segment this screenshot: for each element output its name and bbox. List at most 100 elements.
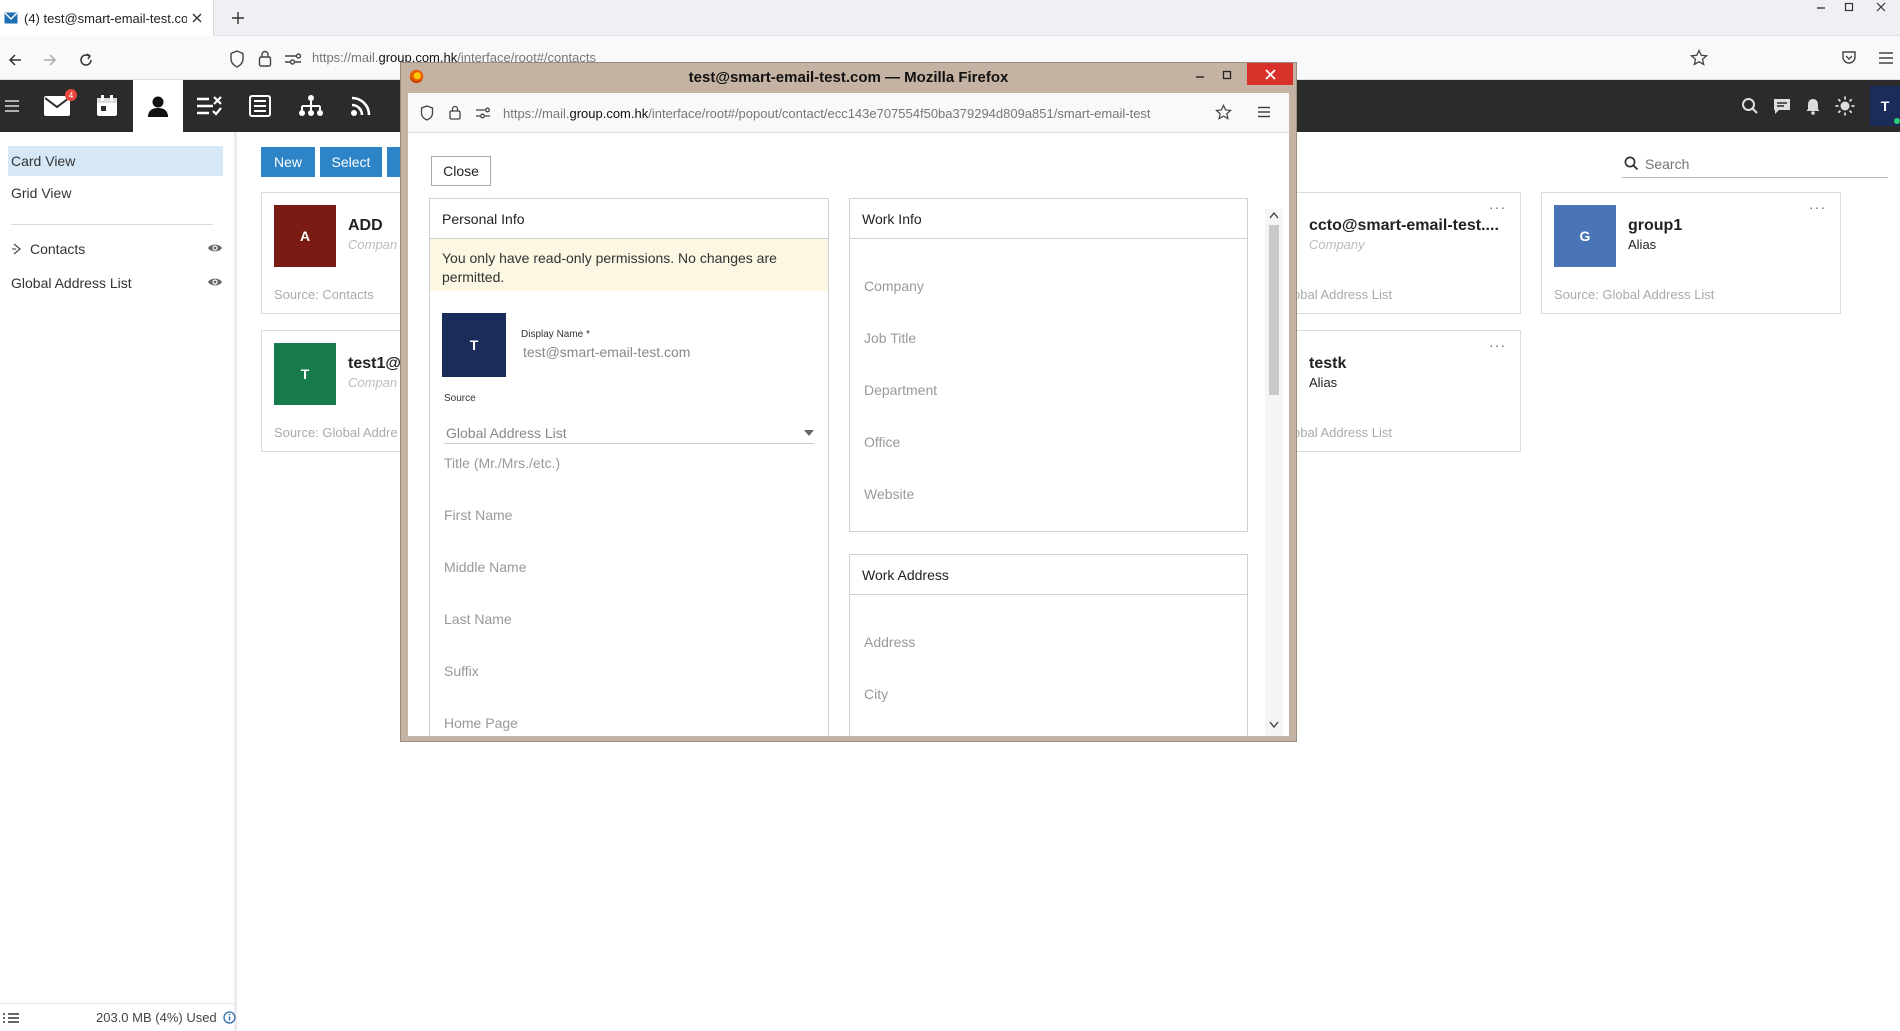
hamburger-menu-icon[interactable] <box>0 80 24 132</box>
close-window-icon[interactable] <box>1866 0 1896 14</box>
contact-card[interactable]: G group1 Alias Source: Global Address Li… <box>1541 192 1841 314</box>
sidebar-item-label: Card View <box>11 153 76 169</box>
contact-search[interactable] <box>1622 150 1888 178</box>
browser-menu-icon[interactable] <box>1878 51 1894 65</box>
contact-card[interactable]: A ADD Compan Source: Contacts <box>261 192 421 314</box>
browser-tab-bar <box>0 0 1900 36</box>
middle-name-field[interactable]: Middle Name <box>444 559 526 575</box>
contact-card[interactable]: testk Alias obal Address List ··· <box>1278 330 1521 452</box>
new-tab-icon[interactable] <box>226 6 250 30</box>
rss-app-icon[interactable] <box>336 80 386 132</box>
office-field[interactable]: Office <box>864 434 900 450</box>
visibility-eye-icon[interactable] <box>207 276 223 288</box>
select-button[interactable]: Select <box>320 147 382 177</box>
card-more-icon[interactable]: ··· <box>1489 199 1506 215</box>
maximize-window-icon[interactable] <box>1834 0 1864 14</box>
suffix-field[interactable]: Suffix <box>444 663 479 679</box>
scrollbar-thumb[interactable] <box>1269 225 1279 395</box>
bookmark-star-icon[interactable] <box>1690 49 1708 67</box>
website-field[interactable]: Website <box>864 486 914 502</box>
expand-arrow-icon[interactable] <box>12 243 22 255</box>
sidebar-folder-contacts[interactable]: Contacts <box>8 235 223 263</box>
first-name-field[interactable]: First Name <box>444 507 512 523</box>
tasks-app-icon[interactable] <box>184 80 234 132</box>
permissions-icon[interactable] <box>475 107 491 119</box>
sidebar-folder-global-address-list[interactable]: Global Address List <box>8 269 223 297</box>
sidebar-item-card-view[interactable]: Card View <box>8 146 223 176</box>
display-name-field[interactable]: test@smart-email-test.com <box>523 344 690 360</box>
lock-icon[interactable] <box>449 105 461 120</box>
contact-card[interactable]: ccto@smart-email-test.... Company obal A… <box>1278 192 1521 314</box>
sidebar-divider <box>11 224 213 225</box>
popup-minimize-icon[interactable] <box>1188 67 1212 83</box>
new-contact-button[interactable]: New <box>261 147 315 177</box>
card-more-icon[interactable]: ··· <box>1809 199 1826 215</box>
tracking-shield-icon[interactable] <box>420 105 434 121</box>
sidebar <box>0 132 237 1031</box>
list-icon[interactable] <box>2 1012 20 1024</box>
browser-menu-icon[interactable] <box>1257 106 1271 118</box>
job-title-field[interactable]: Job Title <box>864 330 916 346</box>
back-icon[interactable] <box>3 48 27 72</box>
contact-name: ADD <box>348 217 383 234</box>
permissions-icon[interactable] <box>284 52 302 66</box>
search-icon[interactable] <box>1741 97 1759 115</box>
popup-browser: https://mail.group.com.hk/interface/root… <box>408 93 1289 736</box>
info-icon[interactable] <box>223 1011 236 1024</box>
bookmark-star-icon[interactable] <box>1215 104 1232 121</box>
browser-tab[interactable]: (4) test@smart-email-test.com <box>0 0 214 36</box>
last-name-field[interactable]: Last Name <box>444 611 512 627</box>
storage-usage-bar: 203.0 MB (4%) Used <box>0 1003 237 1031</box>
contact-source: Source: Contacts <box>274 287 374 302</box>
theme-sun-icon[interactable] <box>1835 96 1855 116</box>
contact-card[interactable]: T test1@ Compan Source: Global Addre <box>261 330 421 452</box>
mail-app-icon[interactable] <box>32 80 82 132</box>
sidebar-item-grid-view[interactable]: Grid View <box>8 178 223 208</box>
scroll-up-icon[interactable] <box>1269 211 1279 219</box>
popup-url-text[interactable]: https://mail.group.com.hk/interface/root… <box>503 106 1151 121</box>
popup-maximize-icon[interactable] <box>1215 67 1239 83</box>
contact-company: Compan <box>348 237 398 252</box>
notification-bell-icon[interactable] <box>1805 97 1821 115</box>
tab-title: (4) test@smart-email-test.com <box>24 10 187 26</box>
close-button[interactable]: Close <box>431 156 491 186</box>
scroll-down-icon[interactable] <box>1269 721 1279 729</box>
lock-icon[interactable] <box>258 50 272 67</box>
search-icon <box>1624 156 1639 171</box>
contact-avatar: G <box>1554 205 1616 267</box>
minimize-window-icon[interactable] <box>1806 0 1836 14</box>
home-page-field[interactable]: Home Page <box>444 715 518 731</box>
contact-popup-window: test@smart-email-test.com — Mozilla Fire… <box>400 62 1297 742</box>
reload-icon[interactable] <box>74 48 98 72</box>
contact-company: Compan <box>348 375 398 390</box>
read-only-notice: You only have read-only permissions. No … <box>430 239 828 291</box>
mail-favicon-icon <box>4 12 18 24</box>
pocket-icon[interactable] <box>1841 50 1857 66</box>
contact-avatar: T <box>274 343 336 405</box>
source-select[interactable]: Global Address List <box>444 422 814 444</box>
city-field[interactable]: City <box>864 686 888 702</box>
forward-icon[interactable] <box>38 48 62 72</box>
notes-app-icon[interactable] <box>235 80 285 132</box>
contacts-app-icon[interactable] <box>133 80 183 132</box>
chat-icon[interactable] <box>1772 97 1792 115</box>
company-field[interactable]: Company <box>864 278 924 294</box>
contact-source: Source: Global Addre <box>274 425 398 440</box>
org-chart-app-icon[interactable] <box>286 80 336 132</box>
tab-close-icon[interactable] <box>187 8 207 28</box>
contact-details: Close Personal Info You only have read-o… <box>408 133 1289 736</box>
popup-scrollbar[interactable] <box>1265 209 1283 736</box>
tracking-shield-icon[interactable] <box>229 50 245 68</box>
contact-source: Source: Global Address List <box>1554 287 1715 302</box>
popup-close-icon[interactable] <box>1247 63 1293 85</box>
calendar-app-icon[interactable] <box>82 80 132 132</box>
title-field[interactable]: Title (Mr./Mrs./etc.) <box>444 455 560 471</box>
address-field[interactable]: Address <box>864 634 915 650</box>
contact-avatar: T <box>442 313 506 377</box>
search-input[interactable] <box>1645 155 1875 172</box>
card-more-icon[interactable]: ··· <box>1489 337 1506 353</box>
contact-source: obal Address List <box>1293 287 1393 302</box>
department-field[interactable]: Department <box>864 382 937 398</box>
visibility-eye-icon[interactable] <box>207 242 223 254</box>
popup-address-bar[interactable]: https://mail.group.com.hk/interface/root… <box>408 93 1289 133</box>
